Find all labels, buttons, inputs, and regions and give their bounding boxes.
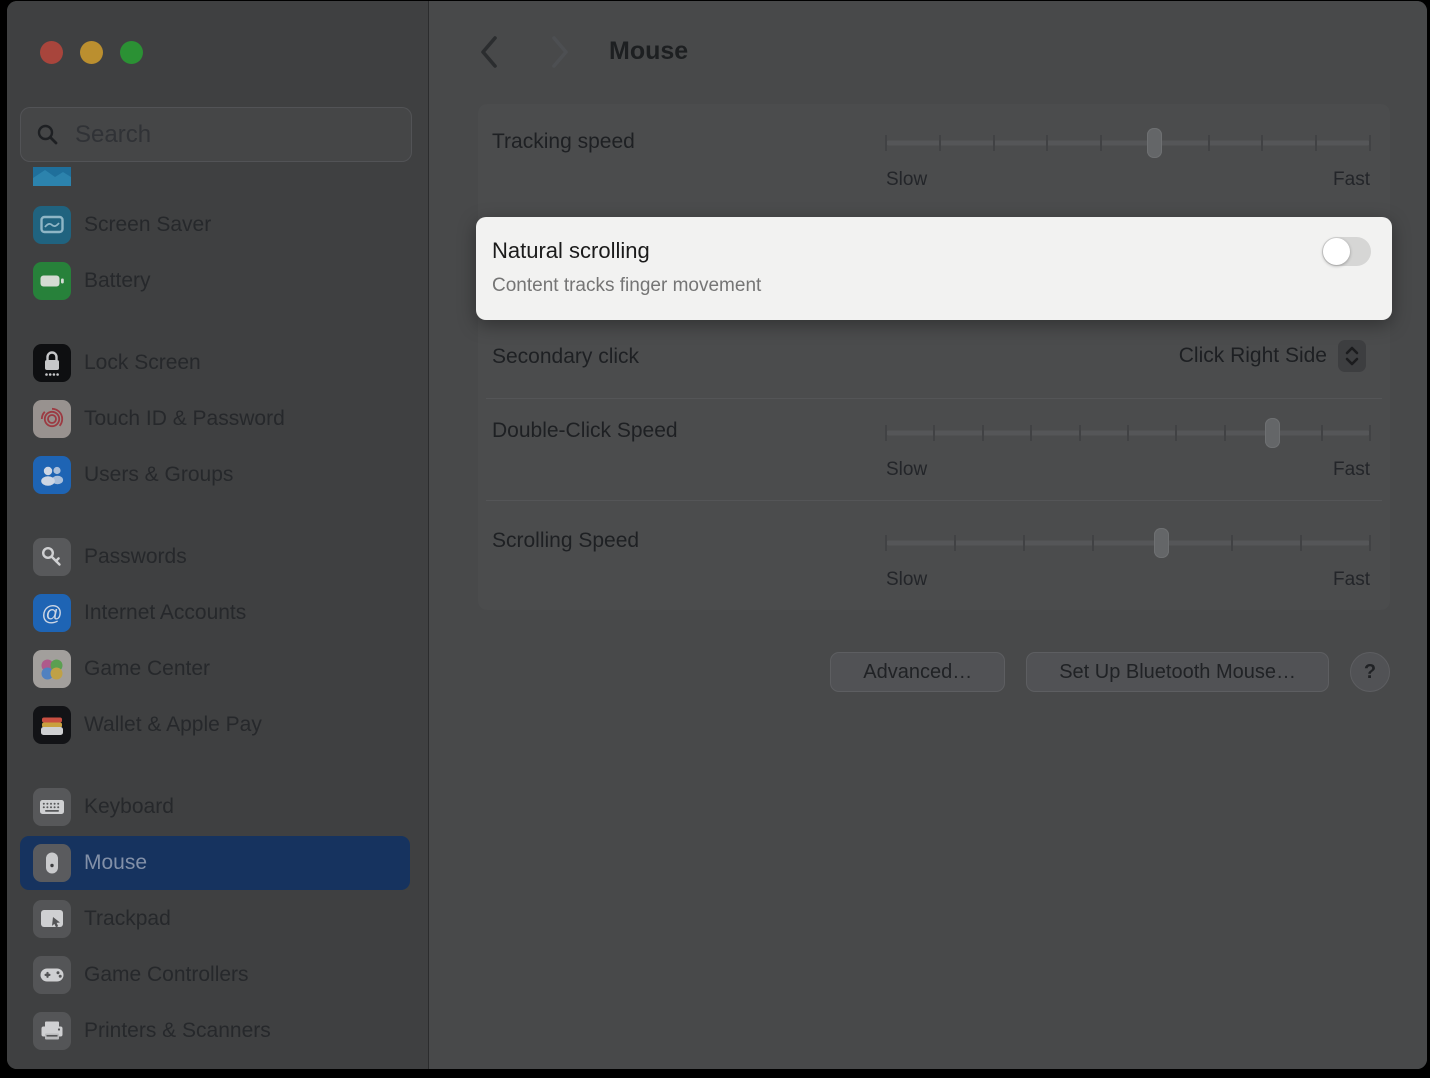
- scrolling-speed-label: Scrolling Speed: [492, 528, 639, 554]
- natural-scrolling-title: Natural scrolling: [492, 237, 650, 265]
- lock-icon: [33, 344, 71, 382]
- slow-label: Slow: [886, 569, 927, 591]
- fast-label: Fast: [1333, 459, 1370, 481]
- divider: [486, 398, 1382, 399]
- footer-actions: Advanced… Set Up Bluetooth Mouse… ?: [478, 652, 1390, 692]
- sidebar-item-label: Game Center: [84, 657, 210, 681]
- search-field[interactable]: [20, 107, 412, 162]
- slider-thumb[interactable]: [1154, 528, 1169, 558]
- sidebar-item-label: Passwords: [84, 545, 187, 569]
- back-button[interactable]: [471, 34, 507, 70]
- double-click-speed-scale: Slow Fast: [886, 459, 1370, 481]
- sidebar-item-wallet[interactable]: Wallet & Apple Pay: [7, 697, 428, 753]
- sidebar-item-label: Touch ID & Password: [84, 407, 285, 431]
- select-stepper[interactable]: [1338, 340, 1366, 372]
- minimize-window-button[interactable]: [80, 41, 103, 64]
- fingerprint-icon: [33, 400, 71, 438]
- sidebar-nav: Screen Saver Battery Lock Screen Touch I…: [7, 167, 428, 1059]
- sidebar-item-screen-saver[interactable]: Screen Saver: [7, 197, 428, 253]
- mouse-icon: [33, 844, 71, 882]
- gamepad-icon: [33, 956, 71, 994]
- window-controls: [40, 41, 143, 64]
- slider-thumb[interactable]: [1147, 128, 1162, 158]
- slider-track: [886, 541, 1370, 546]
- fast-label: Fast: [1333, 569, 1370, 591]
- scrolling-speed-scale: Slow Fast: [886, 569, 1370, 591]
- natural-scrolling-toggle[interactable]: [1322, 237, 1371, 266]
- tracking-speed-label: Tracking speed: [492, 129, 635, 155]
- help-button[interactable]: ?: [1350, 652, 1390, 692]
- sidebar-item-label: Printers & Scanners: [84, 1019, 271, 1043]
- mouse-settings-group: Tracking speed Slow Fast Natural scrolli…: [478, 104, 1390, 610]
- secondary-click-value: Click Right Side: [1179, 344, 1327, 368]
- page-title: Mouse: [609, 37, 688, 66]
- svg-text:@: @: [41, 603, 62, 626]
- sidebar-item-printers-scanners[interactable]: Printers & Scanners: [7, 1003, 428, 1059]
- sidebar-item-label: Keyboard: [84, 795, 174, 819]
- forward-button[interactable]: [542, 34, 578, 70]
- sidebar-item-game-center[interactable]: Game Center: [7, 641, 428, 697]
- chevron-down-icon: [1345, 357, 1359, 366]
- toggle-knob: [1323, 238, 1350, 265]
- sidebar-item-label: Screen Saver: [84, 213, 211, 237]
- sidebar-item-label: Internet Accounts: [84, 601, 246, 625]
- search-input[interactable]: [73, 120, 396, 150]
- scrolling-speed-slider[interactable]: [886, 528, 1370, 558]
- double-click-speed-slider[interactable]: [886, 418, 1370, 448]
- sidebar-item-label: Lock Screen: [84, 351, 201, 375]
- mouse-settings-panel: Mouse Tracking speed Slow Fast Natural s…: [429, 1, 1427, 1069]
- sidebar-item-passwords[interactable]: Passwords: [7, 529, 428, 585]
- sidebar-item-label: Trackpad: [84, 907, 171, 931]
- sidebar-item-battery[interactable]: Battery: [7, 253, 428, 309]
- sidebar-item-label: Game Controllers: [84, 963, 249, 987]
- sidebar-item-trackpad[interactable]: Trackpad: [7, 891, 428, 947]
- slow-label: Slow: [886, 169, 927, 191]
- sidebar-item-users-groups[interactable]: Users & Groups: [7, 447, 428, 503]
- chevron-right-icon: [549, 35, 571, 69]
- chevron-left-icon: [478, 35, 500, 69]
- keyboard-icon: [33, 788, 71, 826]
- sidebar-item-touch-id[interactable]: Touch ID & Password: [7, 391, 428, 447]
- wallpaper-icon: [33, 167, 71, 186]
- secondary-click-select[interactable]: Click Right Side: [1179, 340, 1366, 372]
- secondary-click-label: Secondary click: [492, 344, 639, 370]
- zoom-window-button[interactable]: [120, 41, 143, 64]
- sidebar-item-internet-accounts[interactable]: @ Internet Accounts: [7, 585, 428, 641]
- chevron-up-icon: [1345, 346, 1359, 355]
- battery-icon: [33, 262, 71, 300]
- setup-bluetooth-mouse-button[interactable]: Set Up Bluetooth Mouse…: [1026, 652, 1329, 692]
- slow-label: Slow: [886, 459, 927, 481]
- system-settings-window: Screen Saver Battery Lock Screen Touch I…: [7, 1, 1427, 1069]
- slider-thumb[interactable]: [1265, 418, 1280, 448]
- slider-track: [886, 141, 1370, 146]
- sidebar-item-label: Users & Groups: [84, 463, 233, 487]
- game-center-bubbles-icon: [33, 650, 71, 688]
- sidebar-item-lock-screen[interactable]: Lock Screen: [7, 335, 428, 391]
- sidebar-item-mouse[interactable]: Mouse: [20, 836, 410, 890]
- natural-scrolling-subtitle: Content tracks finger movement: [492, 275, 761, 297]
- users-icon: [33, 456, 71, 494]
- divider: [486, 500, 1382, 501]
- sidebar-item-game-controllers[interactable]: Game Controllers: [7, 947, 428, 1003]
- natural-scrolling-row: Natural scrolling Content tracks finger …: [476, 217, 1392, 320]
- sidebar-item-partial[interactable]: [7, 167, 428, 187]
- key-icon: [33, 538, 71, 576]
- sidebar-item-keyboard[interactable]: Keyboard: [7, 779, 428, 835]
- screen-saver-icon: [33, 206, 71, 244]
- close-window-button[interactable]: [40, 41, 63, 64]
- at-sign-icon: @: [33, 594, 71, 632]
- sidebar: Screen Saver Battery Lock Screen Touch I…: [7, 1, 429, 1069]
- fast-label: Fast: [1333, 169, 1370, 191]
- wallet-icon: [33, 706, 71, 744]
- search-icon: [36, 123, 59, 146]
- sidebar-item-label: Wallet & Apple Pay: [84, 713, 262, 737]
- tracking-speed-slider[interactable]: [886, 128, 1370, 158]
- sidebar-item-label: Battery: [84, 269, 151, 293]
- advanced-button[interactable]: Advanced…: [830, 652, 1005, 692]
- printer-icon: [33, 1012, 71, 1050]
- tracking-speed-scale: Slow Fast: [886, 169, 1370, 191]
- double-click-speed-label: Double-Click Speed: [492, 418, 678, 444]
- sidebar-item-label: Mouse: [84, 851, 147, 875]
- trackpad-icon: [33, 900, 71, 938]
